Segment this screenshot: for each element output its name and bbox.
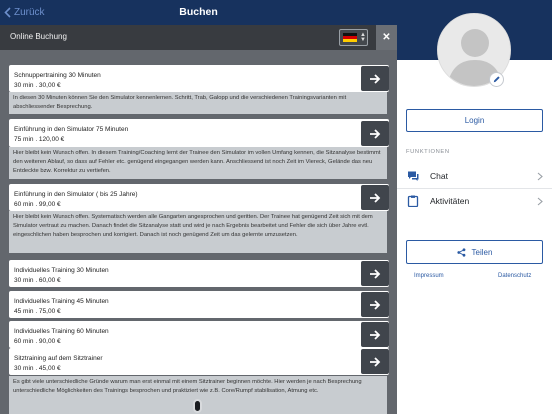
arrow-right-icon bbox=[370, 329, 381, 340]
item-meta: 75 min . 120,00 € bbox=[14, 136, 65, 143]
login-button[interactable]: Login bbox=[406, 109, 543, 132]
back-label: Zurück bbox=[14, 7, 45, 18]
item-name: Individuelles Training 30 Minuten bbox=[14, 267, 109, 274]
privacy-link[interactable]: Datenschutz bbox=[498, 273, 531, 279]
pencil-icon bbox=[493, 76, 500, 83]
section-label: FUNKTIONEN bbox=[406, 149, 450, 155]
clipboard-icon bbox=[407, 195, 419, 207]
item-meta: 60 min . 90,00 € bbox=[14, 338, 61, 345]
list-item: Einführung in den Simulator 75 Minuten 7… bbox=[9, 119, 389, 147]
item-name: Einführung in den Simulator ( bis 25 Jah… bbox=[14, 191, 138, 198]
top-nav-bar: Zurück Buchen bbox=[0, 0, 397, 25]
sidebar: Login FUNKTIONEN Chat Aktivitäten Teilen… bbox=[397, 0, 552, 414]
item-meta: 30 min . 45,00 € bbox=[14, 365, 61, 372]
back-button[interactable]: Zurück bbox=[4, 5, 45, 20]
chevron-left-icon bbox=[4, 7, 11, 18]
impressum-link[interactable]: Impressum bbox=[414, 273, 444, 279]
german-flag-icon bbox=[343, 33, 357, 42]
book-button[interactable] bbox=[361, 261, 389, 286]
menu-item-label: Chat bbox=[430, 171, 448, 181]
book-button[interactable] bbox=[361, 322, 389, 347]
item-meta: 30 min . 30,00 € bbox=[14, 82, 61, 89]
menu-item-chat[interactable]: Chat bbox=[397, 164, 552, 188]
share-icon bbox=[456, 247, 465, 257]
item-meta: 60 min . 99,00 € bbox=[14, 201, 61, 208]
list-item: Sitztraining auf dem Sitztrainer 30 min … bbox=[9, 348, 389, 375]
arrow-right-icon bbox=[370, 73, 381, 84]
item-name: Individuelles Training 60 Minuten bbox=[14, 328, 109, 335]
arrow-right-icon bbox=[370, 299, 381, 310]
item-description: In diesen 30 Minuten können Sie den Simu… bbox=[9, 92, 387, 114]
item-name: Einführung in den Simulator 75 Minuten bbox=[14, 126, 129, 133]
item-description: Hier bleibt kein Wunsch offen. Systemati… bbox=[9, 211, 387, 253]
edit-avatar-button[interactable] bbox=[489, 72, 504, 87]
offer-list[interactable]: Schnuppertraining 30 Minuten 30 min . 30… bbox=[0, 50, 397, 414]
item-name: Individuelles Training 45 Minuten bbox=[14, 298, 109, 305]
menu-item-activities[interactable]: Aktivitäten bbox=[397, 189, 552, 213]
book-button[interactable] bbox=[361, 66, 389, 91]
chevron-right-icon bbox=[537, 172, 543, 180]
arrow-right-icon bbox=[370, 356, 381, 367]
list-item: Individuelles Training 30 Minuten 30 min… bbox=[9, 260, 389, 287]
book-button[interactable] bbox=[361, 185, 389, 210]
share-label: Teilen bbox=[471, 247, 493, 257]
list-item: Schnuppertraining 30 Minuten 30 min . 30… bbox=[9, 65, 389, 92]
item-meta: 45 min . 75,00 € bbox=[14, 308, 61, 315]
share-button[interactable]: Teilen bbox=[406, 240, 543, 264]
close-icon: ✕ bbox=[382, 32, 391, 43]
sub-header-title: Online Buchung bbox=[10, 32, 67, 41]
close-button[interactable]: ✕ bbox=[376, 25, 397, 50]
page-title: Buchen bbox=[179, 6, 218, 18]
menu-item-label: Aktivitäten bbox=[430, 196, 470, 206]
booking-panel: Zurück Buchen Online Buchung ▲ ▼ ✕ Schnup… bbox=[0, 0, 397, 414]
arrow-right-icon bbox=[370, 268, 381, 279]
list-item: Individuelles Training 60 Minuten 60 min… bbox=[9, 321, 389, 348]
chat-icon bbox=[408, 171, 419, 181]
app-window: Zurück Buchen Online Buchung ▲ ▼ ✕ Schnup… bbox=[0, 0, 552, 414]
list-item: Individuelles Training 45 Minuten 45 min… bbox=[9, 291, 389, 318]
item-name: Schnuppertraining 30 Minuten bbox=[14, 72, 101, 79]
language-select[interactable]: ▲ ▼ bbox=[339, 29, 368, 46]
book-button[interactable] bbox=[361, 349, 389, 374]
book-button[interactable] bbox=[361, 292, 389, 317]
scroll-handle[interactable] bbox=[193, 399, 202, 413]
arrow-right-icon bbox=[370, 192, 381, 203]
chevron-right-icon bbox=[537, 197, 543, 205]
item-meta: 30 min . 60,00 € bbox=[14, 277, 61, 284]
list-item: Einführung in den Simulator ( bis 25 Jah… bbox=[9, 184, 389, 211]
book-button[interactable] bbox=[361, 121, 389, 146]
item-description: Hier bleibt kein Wunsch offen. In diesem… bbox=[9, 147, 387, 179]
arrow-right-icon bbox=[370, 128, 381, 139]
item-name: Sitztraining auf dem Sitztrainer bbox=[14, 355, 103, 362]
sub-header: Online Buchung ▲ ▼ bbox=[0, 25, 397, 50]
updown-arrows-icon: ▲ ▼ bbox=[360, 31, 366, 43]
